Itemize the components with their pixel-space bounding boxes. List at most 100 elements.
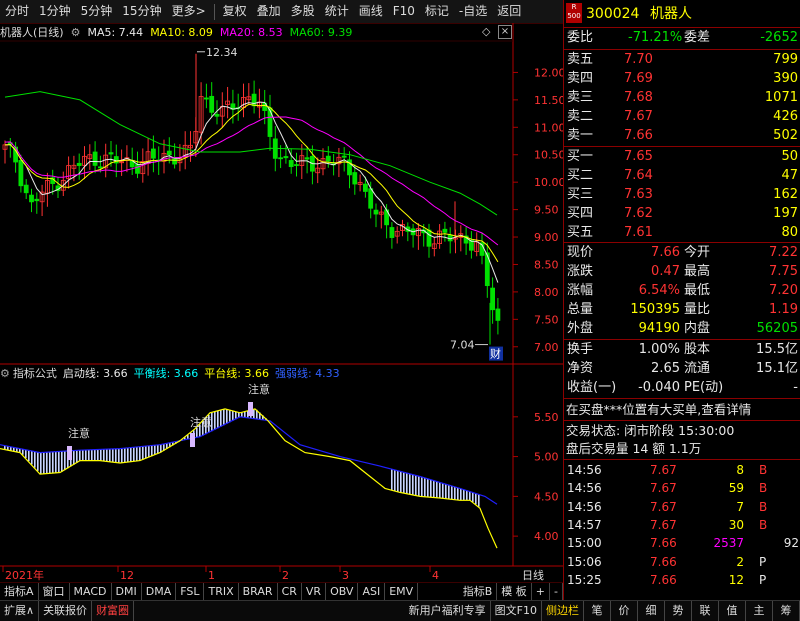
ma5-label: MA5: 7.44 xyxy=(87,25,144,39)
status-tab-mid-0[interactable]: 新用户福利专享 xyxy=(405,601,491,621)
indicator-tab-16[interactable]: - xyxy=(550,583,563,601)
chart-close-icon[interactable]: × xyxy=(498,25,512,39)
financial-badge: 财 xyxy=(490,347,501,361)
stat-value2: 7.20 xyxy=(769,283,798,298)
indicator-tab-2[interactable]: MACD xyxy=(70,583,112,601)
bid-label: 买二 xyxy=(567,168,594,183)
x-label: 2 xyxy=(282,569,289,582)
ask-label: 卖二 xyxy=(567,109,594,124)
bid-row[interactable]: 买四 7.62 197 xyxy=(564,205,800,223)
indicator-tab-8[interactable]: CR xyxy=(278,583,302,601)
stat-value: 150395 xyxy=(630,302,680,317)
indicator-tab-3[interactable]: DMI xyxy=(112,583,142,601)
tick-vol: 12 xyxy=(728,572,744,587)
indicator-tab-11[interactable]: ASI xyxy=(358,583,386,601)
status-tab-left-2[interactable]: 财富圈 xyxy=(92,601,135,621)
price-tick: 7.00 xyxy=(534,341,559,354)
indicator-tab-7[interactable]: BRAR xyxy=(239,583,278,601)
status-tab-right-3[interactable]: 势 xyxy=(665,601,692,621)
weibi-value: -71.21% xyxy=(628,30,683,45)
x-label: 4 xyxy=(432,569,439,582)
bid-row[interactable]: 买二 7.64 47 xyxy=(564,167,800,185)
status-tab-right-0[interactable]: 笔 xyxy=(584,601,611,621)
tick-row: 14:56 7.67 8 B xyxy=(564,461,800,479)
bid-row[interactable]: 买三 7.63 162 xyxy=(564,186,800,204)
chart-options-icon[interactable]: ◇ xyxy=(482,25,490,38)
ask-row[interactable]: 卖三 7.68 1071 xyxy=(564,89,800,107)
indicator-name: 指标公式 xyxy=(12,367,57,380)
indicator-tick: 4.00 xyxy=(534,530,559,543)
ask-label: 卖三 xyxy=(567,90,594,105)
x-label: 1 xyxy=(208,569,215,582)
ask-vol: 502 xyxy=(773,128,798,143)
x-label: 3 xyxy=(342,569,349,582)
weibi-row: 委比 -71.21% 委差 -2652 xyxy=(564,29,800,47)
ask-row[interactable]: 卖一 7.66 502 xyxy=(564,127,800,145)
candle xyxy=(495,308,501,321)
stat2-value2: 15.5亿 xyxy=(756,342,798,357)
tick-time: 14:56 xyxy=(567,481,602,496)
indicator-tab-5[interactable]: FSL xyxy=(176,583,205,601)
indicator-line4: 强弱线: 4.33 xyxy=(274,367,340,380)
status-tab-right-4[interactable]: 联 xyxy=(692,601,719,621)
stat-label: 总量 xyxy=(567,302,594,317)
candle xyxy=(294,164,299,166)
tick-flag: P xyxy=(759,572,767,587)
status-tab-mid-2[interactable]: 侧边栏 xyxy=(542,601,584,621)
status-tab-mid-1[interactable]: 图文F10 xyxy=(491,601,542,621)
status-tab-right-7[interactable]: 筹 xyxy=(773,601,800,621)
ask-row[interactable]: 卖二 7.67 426 xyxy=(564,108,800,126)
ask-row[interactable]: 卖四 7.69 390 xyxy=(564,70,800,88)
ask-vol: 426 xyxy=(773,109,798,124)
ma60-label: MA60: 9.39 xyxy=(289,25,353,39)
price-tick: 11.50 xyxy=(534,94,563,107)
bid-row[interactable]: 买五 7.61 80 xyxy=(564,224,800,242)
indicator-tab-4[interactable]: DMA xyxy=(142,583,177,601)
stat-row: 外盘 94190 内盘 56205 xyxy=(564,320,800,338)
price-tick: 8.00 xyxy=(534,286,559,299)
candle xyxy=(283,156,289,159)
status-tab-left-1[interactable]: 关联报价 xyxy=(39,601,93,621)
tick-vol: 8 xyxy=(736,463,744,477)
indicator-tab-6[interactable]: TRIX xyxy=(204,583,239,601)
status-tab-left-0[interactable]: 扩展∧ xyxy=(0,601,40,621)
stat-row: 涨幅 6.54% 最低 7.20 xyxy=(564,282,800,300)
bid-label: 买四 xyxy=(567,206,594,221)
candle xyxy=(18,160,24,187)
status-tab-right-2[interactable]: 细 xyxy=(638,601,665,621)
stat2-value2: 15.1亿 xyxy=(756,361,798,376)
stat-label: 涨跌 xyxy=(567,264,594,279)
bid-row[interactable]: 买一 7.65 50 xyxy=(564,148,800,166)
bid-label: 买五 xyxy=(567,225,594,240)
indicator-tab-13[interactable]: 指标B xyxy=(459,583,498,601)
candle xyxy=(150,148,156,159)
indicator-gear-icon[interactable]: ⚙ xyxy=(0,367,10,380)
indicator-tab-1[interactable]: 窗口 xyxy=(39,583,70,601)
ask-price: 7.68 xyxy=(624,90,653,105)
stat-label2: 量比 xyxy=(684,302,711,317)
price-tick: 10.00 xyxy=(534,176,563,189)
indicator-tab-14[interactable]: 模 板 xyxy=(497,583,532,601)
indicator-tab-12[interactable]: EMV xyxy=(385,583,419,601)
indicator-tab-15[interactable]: + xyxy=(532,583,551,601)
ask-row[interactable]: 卖五 7.70 799 xyxy=(564,51,800,69)
period-label[interactable]: 日线 xyxy=(522,568,544,582)
tick-time: 14:57 xyxy=(567,517,602,532)
indicator-tab-0[interactable]: 指标A xyxy=(0,583,39,601)
status-tab-right-6[interactable]: 主 xyxy=(746,601,773,621)
settings-gear-icon[interactable]: ⚙ xyxy=(71,26,81,39)
status-tab-right-1[interactable]: 价 xyxy=(611,601,638,621)
indicator-tab-10[interactable]: OBV xyxy=(326,583,359,601)
tick-price: 7.66 xyxy=(650,536,677,551)
ask-price: 7.70 xyxy=(624,52,653,67)
tick-time: 14:56 xyxy=(567,463,602,477)
stat2-label2: PE(动) xyxy=(684,380,724,395)
status-tab-right-5[interactable]: 值 xyxy=(719,601,746,621)
stat2-row: 收益(一) -0.040 PE(动) - xyxy=(564,379,800,397)
stat-label2: 最低 xyxy=(684,283,711,298)
news-row[interactable]: 在买盘***位置有大买单,查看详情 xyxy=(564,401,800,419)
indicator-tab-9[interactable]: VR xyxy=(302,583,327,601)
stat2-label2: 流通 xyxy=(684,361,711,376)
tick-flag: B xyxy=(759,499,768,514)
stat-value2: 7.75 xyxy=(769,264,798,279)
